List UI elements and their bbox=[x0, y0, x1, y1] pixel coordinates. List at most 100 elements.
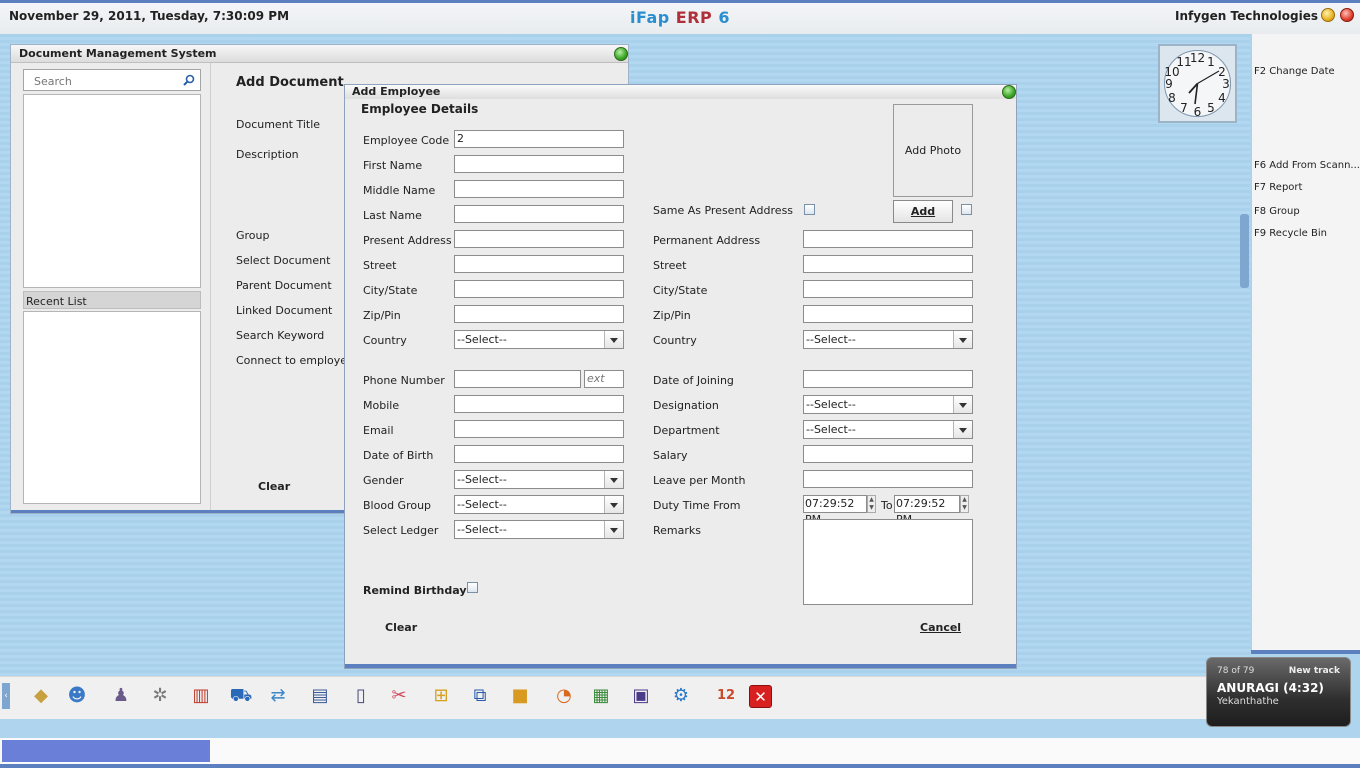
remind-birthday-checkbox[interactable] bbox=[467, 582, 478, 593]
document-icon[interactable]: ▯ bbox=[348, 683, 374, 709]
emp-clear-button[interactable]: Clear bbox=[385, 621, 417, 634]
chevron-down-icon[interactable] bbox=[953, 421, 972, 438]
remarks-textarea[interactable] bbox=[803, 519, 973, 605]
department-select[interactable]: --Select-- bbox=[803, 420, 973, 439]
doc-window-maximize-button[interactable] bbox=[614, 47, 628, 61]
transfer-icon[interactable]: ⇄ bbox=[265, 683, 291, 709]
present-address-field[interactable] bbox=[454, 230, 624, 248]
document-list[interactable] bbox=[23, 94, 201, 288]
city-state-field[interactable] bbox=[454, 280, 624, 298]
close-icon[interactable]: ✕ bbox=[749, 685, 772, 708]
emp-cancel-button[interactable]: Cancel bbox=[920, 621, 961, 634]
blood-group-select[interactable]: --Select-- bbox=[454, 495, 624, 514]
date-of-birth-field[interactable] bbox=[454, 445, 624, 463]
phone-ext-field[interactable]: ext bbox=[584, 370, 624, 388]
designation-label: Designation bbox=[653, 399, 719, 412]
minimize-button[interactable] bbox=[1321, 8, 1335, 22]
parent-document-label: Parent Document bbox=[236, 279, 332, 292]
salary-label: Salary bbox=[653, 449, 688, 462]
company-icon[interactable]: ◆ bbox=[28, 683, 54, 709]
zip-pin-field[interactable] bbox=[454, 305, 624, 323]
taskbar-scroll-left-icon[interactable]: ‹ bbox=[2, 683, 10, 709]
date-of-birth-label: Date of Birth bbox=[363, 449, 434, 462]
designation-select[interactable]: --Select-- bbox=[803, 395, 973, 414]
clock-widget: 12 1 2 345 678 9 10 11 bbox=[1158, 44, 1237, 123]
emp-dialog-maximize-button[interactable] bbox=[1002, 85, 1016, 99]
phone-number-field[interactable] bbox=[454, 370, 581, 388]
calendar-icon[interactable]: 12 bbox=[713, 683, 739, 709]
user-icon[interactable]: ☻ bbox=[64, 683, 90, 709]
chevron-down-icon[interactable] bbox=[953, 396, 972, 413]
app-title: iFap ERP 6 bbox=[0, 8, 1360, 27]
phone-number-label: Phone Number bbox=[363, 374, 445, 387]
add-photo-button[interactable]: Add bbox=[893, 200, 953, 223]
music-player-widget[interactable]: 78 of 79 New track ANURAGI (4:32) Yekant… bbox=[1206, 657, 1351, 727]
settings-icon[interactable]: ✲ bbox=[147, 683, 173, 709]
chevron-down-icon[interactable] bbox=[604, 471, 623, 488]
email-field[interactable] bbox=[454, 420, 624, 438]
doc-clear-button[interactable]: Clear bbox=[258, 480, 290, 493]
photo-checkbox[interactable] bbox=[961, 204, 972, 215]
duty-from-spinner[interactable]: ▲ ▼ bbox=[867, 495, 876, 513]
duty-time-to-field[interactable]: 07:29:52 PM bbox=[894, 495, 960, 526]
mobile-field[interactable] bbox=[454, 395, 624, 413]
shortcut-recycle-bin[interactable]: F9 Recycle Bin bbox=[1254, 228, 1327, 239]
save-icon[interactable]: ▣ bbox=[628, 683, 654, 709]
department-select-value: --Select-- bbox=[806, 423, 856, 436]
ledger-select[interactable]: --Select-- bbox=[454, 520, 624, 539]
perm-country-select[interactable]: --Select-- bbox=[803, 330, 973, 349]
middle-name-field[interactable] bbox=[454, 180, 624, 198]
select-ledger-label: Select Ledger bbox=[363, 524, 439, 537]
doc-search-box[interactable] bbox=[23, 69, 201, 91]
country-select[interactable]: --Select-- bbox=[454, 330, 624, 349]
duty-to-spinner[interactable]: ▲ ▼ bbox=[960, 495, 969, 513]
tree-icon[interactable]: ⊞ bbox=[428, 683, 454, 709]
doc-search-input[interactable] bbox=[32, 71, 186, 91]
salary-field[interactable] bbox=[803, 445, 973, 463]
scissors-icon[interactable]: ✂ bbox=[386, 683, 412, 709]
permanent-address-field[interactable] bbox=[803, 230, 973, 248]
pie-chart-icon[interactable]: ◔ bbox=[551, 683, 577, 709]
chevron-down-icon[interactable] bbox=[604, 521, 623, 538]
chevron-down-icon[interactable] bbox=[953, 331, 972, 348]
employee-icon[interactable]: ♟ bbox=[108, 683, 134, 709]
cart-icon[interactable]: ⛟ bbox=[228, 683, 254, 709]
leave-per-month-field[interactable] bbox=[803, 470, 973, 488]
close-app-button[interactable] bbox=[1340, 8, 1354, 22]
last-name-field[interactable] bbox=[454, 205, 624, 223]
employee-code-field[interactable]: 2 bbox=[454, 130, 624, 148]
shortcut-group[interactable]: F8 Group bbox=[1254, 206, 1300, 217]
perm-city-state-field[interactable] bbox=[803, 280, 973, 298]
same-as-present-checkbox[interactable] bbox=[804, 204, 815, 215]
add-photo-box[interactable]: Add Photo bbox=[893, 104, 973, 197]
emp-dialog-title: Add Employee bbox=[352, 85, 441, 98]
last-name-label: Last Name bbox=[363, 209, 422, 222]
book-icon[interactable]: ▥ bbox=[188, 683, 214, 709]
perm-zip-pin-field[interactable] bbox=[803, 305, 973, 323]
chevron-down-icon[interactable] bbox=[604, 331, 623, 348]
gear-icon[interactable]: ⚙ bbox=[668, 683, 694, 709]
perm-street-field[interactable] bbox=[803, 255, 973, 273]
date-of-joining-field[interactable] bbox=[803, 370, 973, 388]
street-label: Street bbox=[363, 259, 397, 272]
box-icon[interactable]: ■ bbox=[507, 683, 533, 709]
present-address-label: Present Address bbox=[363, 234, 452, 247]
svg-text:8: 8 bbox=[1168, 91, 1176, 105]
street-field[interactable] bbox=[454, 255, 624, 273]
network-icon[interactable]: ⧉ bbox=[467, 683, 493, 709]
department-label: Department bbox=[653, 424, 720, 437]
emp-dialog-titlebar bbox=[345, 85, 1016, 99]
chevron-down-icon[interactable] bbox=[604, 496, 623, 513]
search-icon[interactable] bbox=[183, 74, 195, 86]
svg-text:3: 3 bbox=[1222, 77, 1230, 91]
shortcut-report[interactable]: F7 Report bbox=[1254, 182, 1302, 193]
spreadsheet-icon[interactable]: ▦ bbox=[588, 683, 614, 709]
shortcut-add-from-scanner[interactable]: F6 Add From Scann... bbox=[1254, 160, 1360, 171]
gender-select[interactable]: --Select-- bbox=[454, 470, 624, 489]
first-name-field[interactable] bbox=[454, 155, 624, 173]
duty-time-from-field[interactable]: 07:29:52 PM bbox=[803, 495, 867, 526]
shortcut-change-date[interactable]: F2 Change Date bbox=[1254, 66, 1335, 77]
recent-list[interactable] bbox=[23, 311, 201, 504]
panel-drag-handle[interactable] bbox=[1240, 214, 1249, 288]
window-icon[interactable]: ▤ bbox=[307, 683, 333, 709]
